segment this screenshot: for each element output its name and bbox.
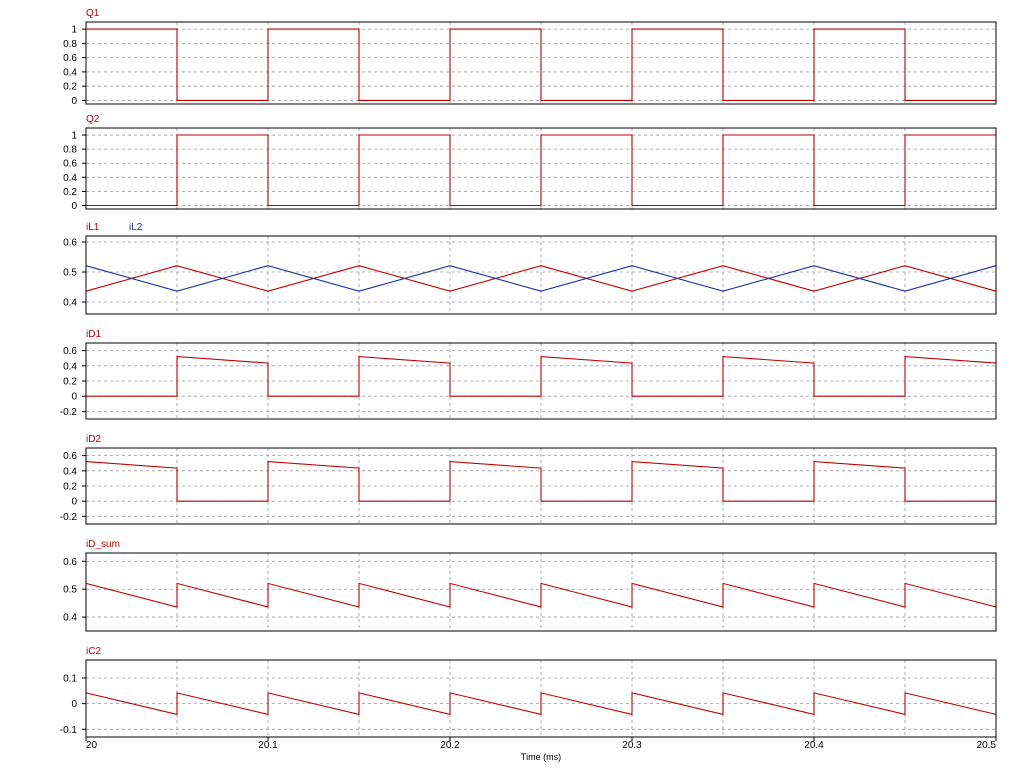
y-tick-label: -0.1	[60, 725, 78, 736]
y-tick-label: -0.2	[60, 512, 78, 523]
x-tick-label: 20	[86, 740, 98, 751]
y-tick-label: 0.4	[63, 173, 77, 184]
y-tick-label: 0.6	[63, 238, 77, 249]
series-label-id2: iD2	[86, 434, 101, 445]
series-line-ic2	[85, 692, 997, 716]
y-tick-label: 0.6	[63, 53, 77, 64]
x-tick-label: 20.3	[622, 740, 642, 751]
waveform-chart-window: 1 0.8 0.6 0.4 0.2 0 Q1 1 0.8 0.6 0.4 0.2 0 Q2 0.6 0.5 0.…	[0, 0, 1024, 780]
y-tick-label: 0.1	[63, 673, 77, 684]
panel-ic2: 0.1 0 -0.1 iC2	[60, 646, 997, 738]
y-tick-label: 0.2	[63, 377, 77, 388]
series-label-il2: iL2	[129, 222, 143, 233]
y-tick-label: 0.4	[63, 67, 77, 78]
y-tick-label: 0	[71, 699, 77, 710]
y-tick-label: 0.8	[63, 39, 77, 50]
x-tick-label: 20.4	[804, 740, 824, 751]
y-tick-label: 0	[71, 392, 77, 403]
y-tick-label: 0.4	[63, 613, 77, 624]
y-tick-label: 0.6	[63, 346, 77, 357]
x-tick-label: 20.5	[977, 740, 997, 751]
x-tick-label: 20.1	[258, 740, 278, 751]
series-line-q1	[86, 28, 996, 101]
series-label-q1: Q1	[86, 8, 100, 19]
y-tick-label: 0.4	[63, 466, 77, 477]
panel-id2: 0.6 0.4 0.2 0 -0.2 iD2	[60, 434, 997, 525]
x-tick-label: 20.2	[440, 740, 460, 751]
waveform-chart: 10.80.60.40.20Q110.80.60.40.20Q20.60.50.…	[60, 8, 997, 762]
panel-il: 0.6 0.5 0.4 iL1 iL2	[63, 222, 997, 315]
y-tick-label: 0	[71, 497, 77, 508]
x-axis-label: Time (ms)	[521, 752, 561, 762]
y-tick-label: 1	[71, 25, 77, 36]
y-tick-label: 1	[71, 131, 77, 142]
y-tick-label: 0.5	[63, 585, 77, 596]
panel-q1: 1 0.8 0.6 0.4 0.2 0 Q1	[63, 8, 997, 107]
y-tick-label: 0.6	[63, 451, 77, 462]
y-tick-label: 0.5	[63, 268, 77, 279]
y-tick-label: 0.2	[63, 82, 77, 93]
series-line-q2	[86, 134, 996, 207]
y-tick-label: 0.6	[63, 557, 77, 568]
panel-idsum: 0.6 0.5 0.4 iD_sum	[63, 539, 997, 632]
y-tick-label: 0	[71, 96, 77, 107]
series-label-id-sum: iD_sum	[86, 539, 120, 550]
series-label-il1: iL1	[86, 222, 100, 233]
series-line-id1	[86, 356, 997, 397]
y-tick-label: 0.4	[63, 298, 77, 309]
series-line-id-sum	[85, 582, 997, 608]
y-tick-label: 0	[71, 201, 77, 212]
y-tick-label: 0.2	[63, 187, 77, 198]
panel-q2: 1 0.8 0.6 0.4 0.2 0 Q2	[63, 114, 997, 212]
series-label-ic2: iC2	[86, 646, 101, 657]
y-tick-label: -0.2	[60, 407, 78, 418]
series-label-q2: Q2	[86, 114, 100, 125]
y-tick-label: 0.2	[63, 482, 77, 493]
series-label-id1: iD1	[86, 329, 101, 340]
y-tick-label: 0.6	[63, 159, 77, 170]
y-tick-label: 0.8	[63, 145, 77, 156]
y-tick-label: 0.4	[63, 361, 77, 372]
panel-id1: 0.6 0.4 0.2 0 -0.2 iD1	[60, 329, 997, 420]
